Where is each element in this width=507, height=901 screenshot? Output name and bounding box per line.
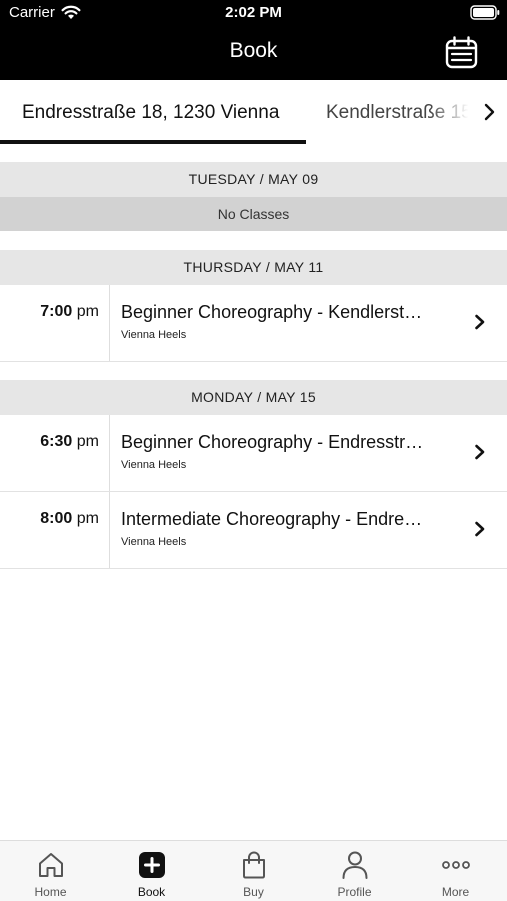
tab-label: Home <box>34 885 67 899</box>
no-classes-message: No Classes <box>0 197 507 231</box>
class-row[interactable]: 8:00 pm Intermediate Choreography - Endr… <box>0 492 507 569</box>
day-header: MONDAY / MAY 15 <box>0 380 507 415</box>
class-time-ampm: pm <box>76 510 99 527</box>
plus-square-icon <box>139 852 165 878</box>
home-icon <box>39 853 63 877</box>
tab-more[interactable]: More <box>405 841 506 901</box>
app-header: Carrier 2:02 PM Book <box>0 0 507 80</box>
class-title: Beginner Choreography - Endresstr… <box>121 432 424 452</box>
row-divider <box>109 285 110 361</box>
class-time: 7:00 pm <box>0 303 99 321</box>
calendar-list-icon[interactable] <box>445 36 478 69</box>
person-icon <box>342 851 368 879</box>
tab-home[interactable]: Home <box>0 841 101 901</box>
class-time-value: 7:00 <box>40 303 73 320</box>
tab-profile[interactable]: Profile <box>304 841 405 901</box>
tab-book[interactable]: Book <box>101 841 202 901</box>
shopping-bag-icon <box>243 851 265 879</box>
row-divider <box>109 415 110 491</box>
status-time: 2:02 PM <box>225 4 282 21</box>
chevron-right-icon <box>475 521 485 537</box>
location-tab-endresstrasse[interactable]: Endresstraße 18, 1230 Vienna <box>0 80 306 144</box>
status-bar: Carrier 2:02 PM <box>0 0 507 26</box>
active-tab-indicator <box>0 140 306 144</box>
location-tabs: Endresstraße 18, 1230 Vienna Kendlerstra… <box>0 80 507 144</box>
tab-label: More <box>441 885 470 899</box>
class-time-ampm: pm <box>76 303 99 320</box>
class-title: Beginner Choreography - Kendlerst… <box>121 302 423 322</box>
class-row[interactable]: 7:00 pm Beginner Choreography - Kendlers… <box>0 285 507 362</box>
day-header: THURSDAY / MAY 11 <box>0 250 507 285</box>
page-title: Book <box>229 39 278 62</box>
class-studio: Vienna Heels <box>121 459 187 471</box>
class-studio: Vienna Heels <box>121 329 187 341</box>
day-header: TUESDAY / MAY 09 <box>0 162 507 197</box>
ellipsis-icon <box>442 861 470 869</box>
class-studio: Vienna Heels <box>121 536 187 548</box>
tab-label: Book <box>137 885 166 899</box>
bottom-tab-bar: Home Book Buy Profile More <box>0 840 507 901</box>
location-tab-label: Endresstraße 18, 1230 Vienna <box>22 102 280 123</box>
class-title: Intermediate Choreography - Endre… <box>121 509 423 529</box>
chevron-right-icon <box>475 444 485 460</box>
class-row[interactable]: 6:30 pm Beginner Choreography - Endresst… <box>0 415 507 492</box>
class-time-value: 6:30 <box>40 433 73 450</box>
chevron-right-icon[interactable] <box>482 103 498 121</box>
tab-label: Buy <box>243 885 264 899</box>
battery-icon <box>470 5 500 20</box>
tab-label: Profile <box>337 885 372 899</box>
tab-fade-overlay <box>430 80 475 144</box>
class-time: 8:00 pm <box>0 510 99 528</box>
class-time-ampm: pm <box>76 433 99 450</box>
row-divider <box>109 492 110 568</box>
class-time-value: 8:00 <box>40 510 73 527</box>
tab-buy[interactable]: Buy <box>203 841 304 901</box>
class-time: 6:30 pm <box>0 433 99 451</box>
chevron-right-icon <box>475 314 485 330</box>
